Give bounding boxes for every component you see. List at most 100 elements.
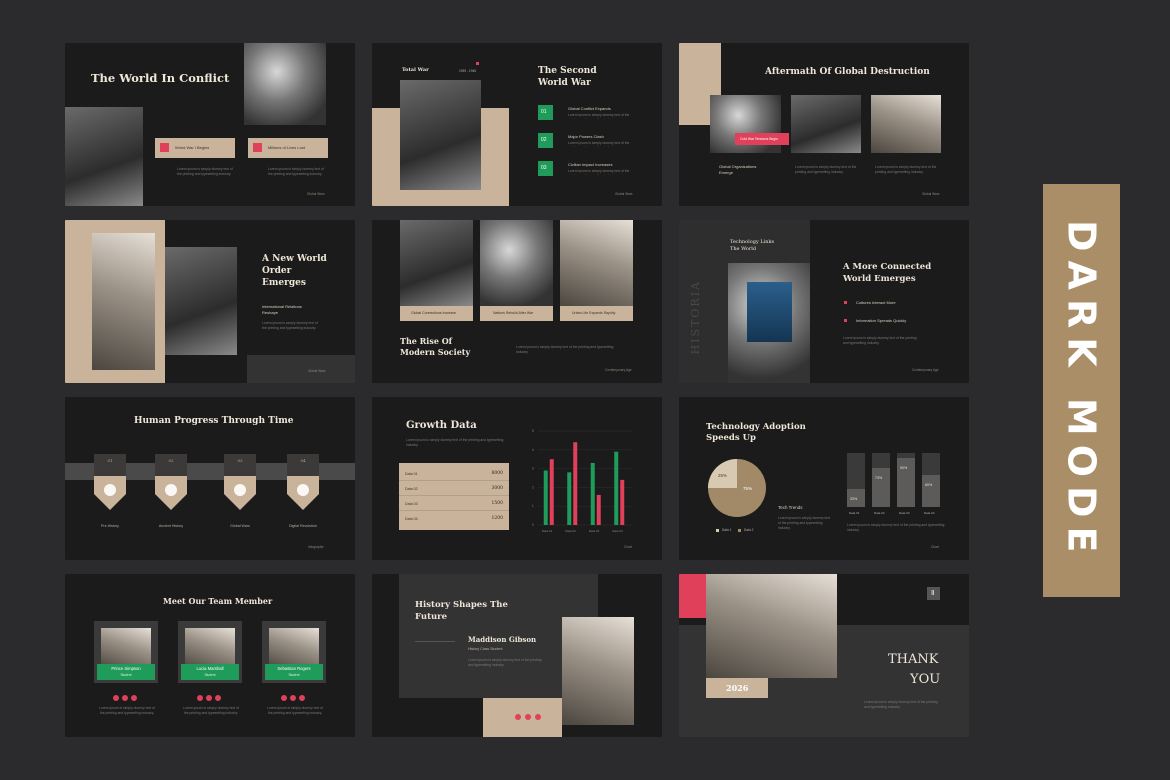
- item-number: 01: [538, 105, 553, 120]
- x-tick-label: Data 03: [589, 529, 600, 533]
- slide-footer: Contemporary Age: [912, 368, 939, 372]
- slide-team[interactable]: Meet Our Team Member Prince Simpson Stude…: [65, 574, 355, 737]
- slide-title-line1: The Rise Of: [400, 336, 453, 346]
- slide-connected-world[interactable]: Technology Links The World HISTORIA A Mo…: [679, 220, 969, 383]
- step-label: Pre-History: [101, 524, 119, 528]
- slide-title-line1: The Second: [538, 66, 597, 76]
- member-bio: Lorem ipsum is simply dummy text of the …: [183, 706, 239, 716]
- card-millions-lost: Millions of Lives Lost: [248, 138, 328, 158]
- facebook-icon[interactable]: [515, 714, 521, 720]
- member-name: Lucia Marshall: [196, 666, 224, 671]
- legend-swatch-1: [716, 529, 719, 532]
- body-text: Lorem ipsum is simply dummy text of the …: [262, 321, 318, 331]
- body-text: Lorem ipsum is simply dummy text of the …: [177, 167, 233, 177]
- header-line2: The World: [730, 246, 757, 252]
- step-icon: [165, 484, 177, 496]
- member-photo: [185, 628, 235, 668]
- slide-new-world-order[interactable]: A New World Order Emerges International …: [65, 220, 355, 383]
- step-number: 03: [237, 458, 243, 463]
- slide-title-line2: Modern Society: [400, 347, 471, 357]
- slide-thank-you[interactable]: 2026 Ⅱ THANK YOU Lorem ipsum is simply d…: [679, 574, 969, 737]
- y-tick-label: 5: [532, 429, 534, 433]
- photo-church: [791, 95, 861, 153]
- slide-world-in-conflict[interactable]: The World In Conflict World War I Begins…: [65, 43, 355, 206]
- person-name: Maddison Gibson: [468, 635, 537, 644]
- cta-button[interactable]: Cold War Tensions Begin: [735, 133, 789, 145]
- instagram-icon[interactable]: [525, 714, 531, 720]
- social-bar: [483, 698, 562, 737]
- facebook-icon[interactable]: [197, 695, 203, 701]
- column-pct: 73%: [875, 475, 883, 480]
- row-label: Data 04: [405, 517, 418, 521]
- slide-human-progress[interactable]: Human Progress Through Time 01 Pre-Histor…: [65, 397, 355, 560]
- vertical-watermark: HISTORIA: [689, 280, 702, 354]
- y-tick-label: 2: [532, 485, 534, 489]
- slide-title-line2: World War: [538, 78, 591, 88]
- team-card[interactable]: Sebastian Rogers Student: [262, 621, 326, 683]
- bar-red: [620, 479, 625, 525]
- caption-label: Urban Life Expands Rapidly: [572, 311, 616, 315]
- slide-growth-data[interactable]: Growth Data Lorem ipsum is simply dummy …: [372, 397, 662, 560]
- column-label: Data 02: [874, 511, 885, 515]
- y-tick-label: 3: [532, 467, 534, 471]
- header-line1: Technology Links: [730, 239, 775, 245]
- member-bio: Lorem ipsum is simply dummy text of the …: [267, 706, 323, 716]
- member-banner: Sebastian Rogers Student: [265, 664, 323, 680]
- body-text: Lorem ipsum is simply dummy text of the …: [516, 345, 614, 355]
- slide-footer: Chart: [931, 545, 939, 549]
- team-card[interactable]: Lucia Marshall Student: [178, 621, 242, 683]
- tiktok-icon[interactable]: [215, 695, 221, 701]
- slide-title-line3: Emerges: [262, 278, 306, 288]
- photo-train: [480, 220, 553, 306]
- step-label: Digital Revolution: [289, 524, 317, 528]
- body-text: Lorem ipsum is simply dummy text of the …: [864, 700, 938, 710]
- member-name: Sebastian Rogers: [277, 666, 311, 671]
- step-number: 01: [107, 458, 113, 463]
- pie-chart: [708, 459, 766, 517]
- team-card[interactable]: Prince Simpson Student: [94, 621, 158, 683]
- facebook-icon[interactable]: [113, 695, 119, 701]
- bullet-label: Cultures Interact More: [856, 300, 896, 305]
- bullet-label: Information Spreads Quickly: [856, 318, 907, 323]
- body-text: Lorem ipsum is simply dummy text of the …: [468, 658, 542, 668]
- item-number-text: 01: [541, 109, 547, 115]
- tiktok-icon[interactable]: [299, 695, 305, 701]
- member-photo: [101, 628, 151, 668]
- slide-tech-adoption[interactable]: Technology Adoption Speeds Up 25% 75% Da…: [679, 397, 969, 560]
- instagram-icon[interactable]: [122, 695, 128, 701]
- instagram-icon[interactable]: [290, 695, 296, 701]
- item-number-text: 03: [541, 165, 547, 171]
- x-tick-label: Data 01: [542, 529, 553, 533]
- item-number: 02: [538, 133, 553, 148]
- title-line1: THANK: [888, 652, 939, 667]
- slide-history-shapes[interactable]: History Shapes The Future Maddison Gibso…: [372, 574, 662, 737]
- slide-footer: Chart: [624, 545, 632, 549]
- column-fill: [922, 474, 940, 507]
- tiktok-icon[interactable]: [131, 695, 137, 701]
- body-text: Lorem ipsum is simply dummy text of the …: [843, 336, 917, 346]
- step-label: Global Wars: [230, 524, 250, 528]
- slide-title: The World In Conflict: [91, 71, 230, 85]
- pillar-icon: Ⅱ: [927, 587, 940, 600]
- tiktok-icon[interactable]: [535, 714, 541, 720]
- slide-second-world-war[interactable]: Total War 1939 - 1945 The Second World W…: [372, 43, 662, 206]
- step-label: Ancient History: [158, 524, 184, 528]
- item-body: Lorem ipsum is simply dummy text of the …: [568, 113, 630, 119]
- slide-title-line2: Order: [262, 266, 292, 276]
- instagram-icon[interactable]: [206, 695, 212, 701]
- row-value: 1500: [491, 501, 503, 506]
- caption-line2: Emerge: [719, 170, 734, 175]
- facebook-icon[interactable]: [281, 695, 287, 701]
- slide-aftermath[interactable]: Aftermath Of Global Destruction Cold War…: [679, 43, 969, 206]
- slide-modern-society[interactable]: Global Connections Increase Nations Rebu…: [372, 220, 662, 383]
- body-text: Lorem ipsum is simply dummy text of the …: [795, 165, 857, 175]
- slide-title-line1: A New World: [262, 254, 327, 264]
- body-text: Lorem ipsum is simply dummy text of the …: [406, 438, 504, 448]
- body-text: Lorem ipsum is simply dummy text of the …: [268, 167, 324, 177]
- slide-title: Meet Our Team Member: [163, 596, 273, 606]
- slide-title-line1: History Shapes The: [415, 600, 508, 610]
- column-label: Data 04: [924, 511, 935, 515]
- item-label: Global Conflict Expands: [568, 106, 611, 111]
- item-body: Lorem ipsum is simply dummy text of the …: [568, 141, 630, 147]
- item-body: Lorem ipsum is simply dummy text of the …: [568, 169, 630, 175]
